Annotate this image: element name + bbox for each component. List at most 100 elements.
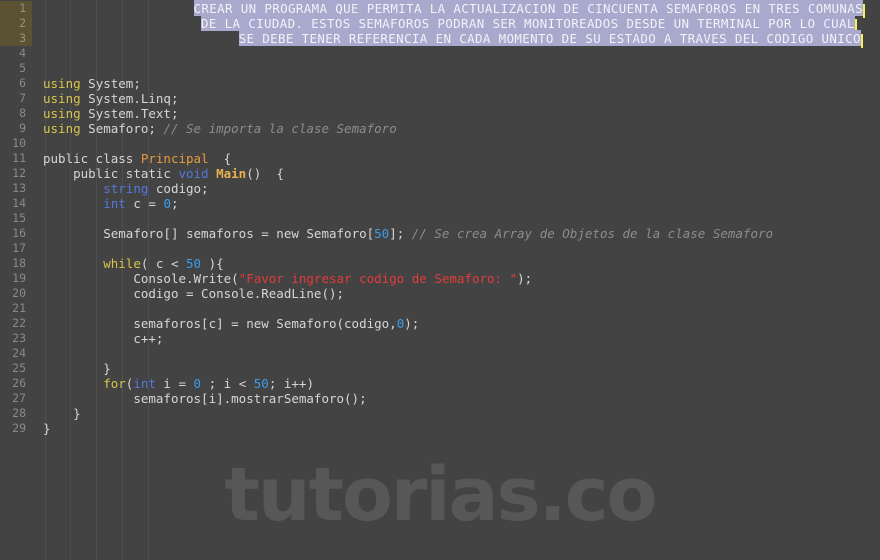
code-line[interactable]: 13 string codigo; bbox=[0, 181, 880, 196]
code-token: Semaforo; bbox=[80, 121, 164, 136]
line-text[interactable]: } bbox=[32, 421, 880, 436]
keyword-token: for bbox=[103, 376, 126, 391]
code-token: } bbox=[43, 421, 51, 436]
line-number: 8 bbox=[19, 106, 26, 120]
code-line[interactable]: 1 CREAR UN PROGRAMA QUE PERMITA LA ACTUA… bbox=[0, 0, 880, 18]
line-text[interactable]: c++; bbox=[32, 331, 880, 346]
code-line[interactable]: 15 bbox=[0, 211, 880, 226]
line-text[interactable] bbox=[32, 46, 880, 61]
code-line[interactable]: 28 } bbox=[0, 406, 880, 421]
code-token: ; i++) bbox=[268, 376, 314, 391]
line-number: 6 bbox=[19, 76, 26, 90]
line-text[interactable]: while( c < 50 ){ bbox=[32, 256, 880, 271]
code-line[interactable]: 25 } bbox=[0, 361, 880, 376]
line-text[interactable]: using Semaforo; // Se importa la clase S… bbox=[32, 121, 880, 136]
code-line[interactable]: 20 codigo = Console.ReadLine(); bbox=[0, 286, 880, 301]
code-line[interactable]: 23 c++; bbox=[0, 331, 880, 346]
code-line[interactable]: 17 bbox=[0, 241, 880, 256]
type-token: void bbox=[178, 166, 209, 181]
line-number: 28 bbox=[12, 406, 26, 420]
line-text[interactable]: using System.Linq; bbox=[32, 91, 880, 106]
comment-token: // Se importa la clase Semaforo bbox=[163, 121, 397, 136]
watermark: tutorias.co bbox=[224, 452, 658, 538]
line-text[interactable] bbox=[32, 211, 880, 226]
line-text[interactable]: } bbox=[32, 406, 880, 421]
code-line[interactable]: 21 bbox=[0, 301, 880, 316]
line-text[interactable]: } bbox=[32, 361, 880, 376]
line-text[interactable]: int c = 0; bbox=[32, 196, 880, 211]
selected-prompt-line-2: DE LA CIUDAD. ESTOS SEMAFOROS PODRAN SER… bbox=[201, 15, 855, 31]
line-text[interactable] bbox=[32, 136, 880, 151]
line-number: 14 bbox=[12, 196, 26, 210]
line-number: 19 bbox=[12, 271, 26, 285]
code-line[interactable]: 8 using System.Text; bbox=[0, 106, 880, 121]
keyword-token: while bbox=[103, 256, 141, 271]
code-line[interactable]: 10 bbox=[0, 136, 880, 151]
line-text[interactable]: DE LA CIUDAD. ESTOS SEMAFOROS PODRAN SER… bbox=[32, 15, 880, 33]
line-text[interactable]: semaforos[i].mostrarSemaforo(); bbox=[32, 391, 880, 406]
line-text[interactable]: public class Principal { bbox=[32, 151, 880, 166]
code-line[interactable]: 27 semaforos[i].mostrarSemaforo(); bbox=[0, 391, 880, 406]
line-number: 20 bbox=[12, 286, 26, 300]
code-line[interactable]: 29 } bbox=[0, 421, 880, 436]
line-number: 24 bbox=[12, 346, 26, 360]
line-text[interactable]: Semaforo[] semaforos = new Semaforo[50];… bbox=[32, 226, 880, 241]
code-line[interactable]: 14 int c = 0; bbox=[0, 196, 880, 211]
code-line[interactable]: 5 bbox=[0, 61, 880, 76]
line-text[interactable] bbox=[32, 241, 880, 256]
code-line[interactable]: 11 public class Principal { bbox=[0, 151, 880, 166]
code-line[interactable]: 6 using System; bbox=[0, 76, 880, 91]
code-token: } bbox=[103, 361, 111, 376]
line-text[interactable] bbox=[32, 301, 880, 316]
code-line[interactable]: 18 while( c < 50 ){ bbox=[0, 256, 880, 271]
code-content: 1 CREAR UN PROGRAMA QUE PERMITA LA ACTUA… bbox=[0, 0, 880, 436]
line-text[interactable]: Console.Write("Favor ingresar codigo de … bbox=[32, 271, 880, 286]
line-text[interactable]: using System.Text; bbox=[32, 106, 880, 121]
line-text[interactable]: public static void Main() { bbox=[32, 166, 880, 181]
line-text[interactable]: semaforos[c] = new Semaforo(codigo,0); bbox=[32, 316, 880, 331]
code-line[interactable]: 16 Semaforo[] semaforos = new Semaforo[5… bbox=[0, 226, 880, 241]
line-text[interactable]: CREAR UN PROGRAMA QUE PERMITA LA ACTUALI… bbox=[32, 0, 880, 18]
line-text[interactable] bbox=[32, 346, 880, 361]
line-number: 15 bbox=[12, 211, 26, 225]
code-line[interactable]: 19 Console.Write("Favor ingresar codigo … bbox=[0, 271, 880, 286]
line-text[interactable]: using System; bbox=[32, 76, 880, 91]
number-token: 0 bbox=[193, 376, 202, 391]
line-text[interactable]: SE DEBE TENER REFERENCIA EN CADA MOMENTO… bbox=[32, 30, 880, 48]
code-line[interactable]: 4 bbox=[0, 46, 880, 61]
code-line[interactable]: 7 using System.Linq; bbox=[0, 91, 880, 106]
code-line[interactable]: 22 semaforos[c] = new Semaforo(codigo,0)… bbox=[0, 316, 880, 331]
code-token: System.Text; bbox=[80, 106, 179, 121]
code-line[interactable]: 12 public static void Main() { bbox=[0, 166, 880, 181]
code-line[interactable]: 2 DE LA CIUDAD. ESTOS SEMAFOROS PODRAN S… bbox=[0, 15, 880, 33]
keyword-token: using bbox=[43, 121, 81, 136]
code-editor[interactable]: tutorias.co 1 CREAR UN PROGRAMA QUE PERM… bbox=[0, 0, 880, 560]
line-number: 11 bbox=[12, 151, 26, 165]
code-line[interactable]: 9 using Semaforo; // Se importa la clase… bbox=[0, 121, 880, 136]
number-token: 0 bbox=[163, 196, 171, 211]
line-text[interactable]: codigo = Console.ReadLine(); bbox=[32, 286, 880, 301]
number-token: 50 bbox=[374, 226, 390, 241]
code-token: c = bbox=[125, 196, 164, 211]
line-text[interactable]: string codigo; bbox=[32, 181, 880, 196]
line-number: 17 bbox=[12, 241, 26, 255]
code-token: { bbox=[208, 151, 232, 166]
line-text[interactable] bbox=[32, 61, 880, 76]
code-line[interactable]: 3 SE DEBE TENER REFERENCIA EN CADA MOMEN… bbox=[0, 30, 880, 48]
function-name-token: Main bbox=[216, 166, 247, 181]
class-name-token: Principal bbox=[140, 151, 209, 166]
code-line[interactable]: 26 for(int i = 0 ; i < 50; i++) bbox=[0, 376, 880, 391]
comment-token: // Se crea Array de Objetos de la clase … bbox=[411, 226, 774, 241]
code-token: semaforos[i].mostrarSemaforo(); bbox=[133, 391, 367, 406]
line-number: 29 bbox=[12, 421, 26, 435]
line-text[interactable]: for(int i = 0 ; i < 50; i++) bbox=[32, 376, 880, 391]
code-line[interactable]: 24 bbox=[0, 346, 880, 361]
code-token: ); bbox=[404, 316, 420, 331]
code-token: Console.Write( bbox=[133, 271, 239, 286]
line-number: 22 bbox=[12, 316, 26, 330]
